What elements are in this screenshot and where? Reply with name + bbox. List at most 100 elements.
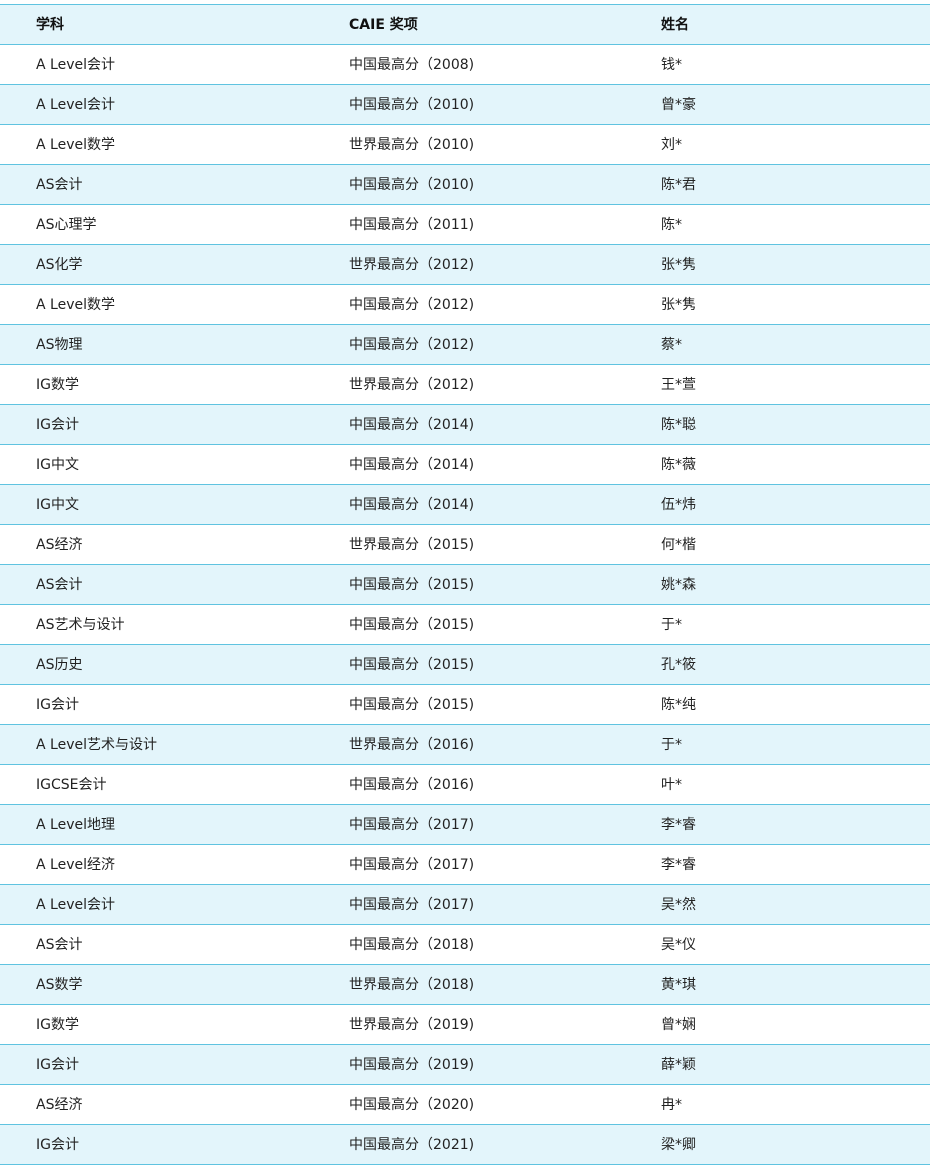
subject-cell: IG会计 xyxy=(0,684,313,725)
subject-cell: AS历史 xyxy=(0,644,313,685)
name-cell: 梁*卿 xyxy=(625,1124,930,1165)
table-row: AS经济 世界最高分（2015) 何*楷 xyxy=(0,524,930,565)
name-cell: 叶* xyxy=(625,764,930,805)
award-cell: 世界最高分（2012) xyxy=(313,244,625,285)
award-cell: 中国最高分（2014) xyxy=(313,484,625,525)
subject-cell: AS会计 xyxy=(0,164,313,205)
name-cell: 吴*然 xyxy=(625,884,930,925)
name-cell: 曾*豪 xyxy=(625,84,930,125)
subject-cell: IG会计 xyxy=(0,1124,313,1165)
header-name: 姓名 xyxy=(625,4,930,45)
name-cell: 钱* xyxy=(625,44,930,85)
subject-cell: AS会计 xyxy=(0,924,313,965)
name-cell: 薛*颖 xyxy=(625,1044,930,1085)
table-row: IG会计 中国最高分（2019) 薛*颖 xyxy=(0,1044,930,1085)
table-row: AS数学 世界最高分（2018) 黄*琪 xyxy=(0,964,930,1005)
award-cell: 世界最高分（2012) xyxy=(313,364,625,405)
table-row: AS艺术与设计 中国最高分（2015) 于* xyxy=(0,604,930,645)
table-row: AS会计 中国最高分（2018) 吴*仪 xyxy=(0,924,930,965)
name-cell: 王*萱 xyxy=(625,364,930,405)
table-row: A Level数学 中国最高分（2012) 张*隽 xyxy=(0,284,930,325)
name-cell: 李*睿 xyxy=(625,844,930,885)
award-cell: 世界最高分（2016) xyxy=(313,724,625,765)
subject-cell: IG数学 xyxy=(0,364,313,405)
award-cell: 中国最高分（2010) xyxy=(313,84,625,125)
award-cell: 中国最高分（2017) xyxy=(313,844,625,885)
name-cell: 于* xyxy=(625,604,930,645)
award-cell: 世界最高分（2018) xyxy=(313,964,625,1005)
name-cell: 张*隽 xyxy=(625,284,930,325)
table-header-row: 学科 CAIE 奖项 姓名 xyxy=(0,4,930,45)
table-row: A Level地理 中国最高分（2017) 李*睿 xyxy=(0,804,930,845)
subject-cell: A Level会计 xyxy=(0,44,313,85)
table-row: AS经济 中国最高分（2020) 冉* xyxy=(0,1084,930,1125)
award-cell: 中国最高分（2012) xyxy=(313,324,625,365)
table-row: A Level经济 中国最高分（2017) 李*睿 xyxy=(0,844,930,885)
subject-cell: AS心理学 xyxy=(0,204,313,245)
award-cell: 中国最高分（2015) xyxy=(313,684,625,725)
table-row: A Level数学 世界最高分（2010) 刘* xyxy=(0,124,930,165)
table-row: IGCSE会计 中国最高分（2016) 叶* xyxy=(0,764,930,805)
subject-cell: A Level会计 xyxy=(0,884,313,925)
table-row: AS化学 世界最高分（2012) 张*隽 xyxy=(0,244,930,285)
table-row: AS物理 中国最高分（2012) 蔡* xyxy=(0,324,930,365)
subject-cell: IG中文 xyxy=(0,444,313,485)
award-cell: 中国最高分（2015) xyxy=(313,564,625,605)
subject-cell: AS数学 xyxy=(0,964,313,1005)
name-cell: 孔*筱 xyxy=(625,644,930,685)
name-cell: 刘* xyxy=(625,124,930,165)
table-row: A Level会计 中国最高分（2010) 曾*豪 xyxy=(0,84,930,125)
name-cell: 伍*炜 xyxy=(625,484,930,525)
name-cell: 张*隽 xyxy=(625,244,930,285)
name-cell: 陈*聪 xyxy=(625,404,930,445)
award-cell: 中国最高分（2014) xyxy=(313,404,625,445)
name-cell: 李*睿 xyxy=(625,804,930,845)
award-cell: 世界最高分（2015) xyxy=(313,524,625,565)
name-cell: 何*楷 xyxy=(625,524,930,565)
name-cell: 姚*森 xyxy=(625,564,930,605)
table-row: A Level会计 中国最高分（2008) 钱* xyxy=(0,44,930,85)
name-cell: 冉* xyxy=(625,1084,930,1125)
award-cell: 中国最高分（2017) xyxy=(313,884,625,925)
name-cell: 陈*薇 xyxy=(625,444,930,485)
award-cell: 中国最高分（2020) xyxy=(313,1084,625,1125)
table-row: AS会计 中国最高分（2010) 陈*君 xyxy=(0,164,930,205)
subject-cell: IG会计 xyxy=(0,404,313,445)
subject-cell: IG中文 xyxy=(0,484,313,525)
awards-table: 学科 CAIE 奖项 姓名 A Level会计 中国最高分（2008) 钱* A Le… xyxy=(0,4,930,1165)
header-award: CAIE 奖项 xyxy=(313,4,625,45)
award-cell: 中国最高分（2010) xyxy=(313,164,625,205)
table-row: IG会计 中国最高分（2015) 陈*纯 xyxy=(0,684,930,725)
award-cell: 世界最高分（2019) xyxy=(313,1004,625,1045)
name-cell: 陈* xyxy=(625,204,930,245)
subject-cell: AS物理 xyxy=(0,324,313,365)
award-cell: 中国最高分（2019) xyxy=(313,1044,625,1085)
table-row: A Level会计 中国最高分（2017) 吴*然 xyxy=(0,884,930,925)
subject-cell: AS会计 xyxy=(0,564,313,605)
subject-cell: A Level经济 xyxy=(0,844,313,885)
subject-cell: AS经济 xyxy=(0,524,313,565)
award-cell: 中国最高分（2016) xyxy=(313,764,625,805)
subject-cell: IGCSE会计 xyxy=(0,764,313,805)
name-cell: 曾*娴 xyxy=(625,1004,930,1045)
table-row: A Level艺术与设计 世界最高分（2016) 于* xyxy=(0,724,930,765)
award-cell: 中国最高分（2015) xyxy=(313,644,625,685)
table-body: A Level会计 中国最高分（2008) 钱* A Level会计 中国最高分（201… xyxy=(0,44,930,1165)
table-row: IG中文 中国最高分（2014) 伍*炜 xyxy=(0,484,930,525)
name-cell: 黄*琪 xyxy=(625,964,930,1005)
subject-cell: A Level艺术与设计 xyxy=(0,724,313,765)
name-cell: 吴*仪 xyxy=(625,924,930,965)
subject-cell: A Level数学 xyxy=(0,124,313,165)
subject-cell: IG数学 xyxy=(0,1004,313,1045)
subject-cell: A Level数学 xyxy=(0,284,313,325)
table-row: AS心理学 中国最高分（2011) 陈* xyxy=(0,204,930,245)
subject-cell: A Level会计 xyxy=(0,84,313,125)
table-row: AS历史 中国最高分（2015) 孔*筱 xyxy=(0,644,930,685)
name-cell: 蔡* xyxy=(625,324,930,365)
table-row: IG数学 世界最高分（2019) 曾*娴 xyxy=(0,1004,930,1045)
award-cell: 中国最高分（2015) xyxy=(313,604,625,645)
award-cell: 世界最高分（2010) xyxy=(313,124,625,165)
name-cell: 陈*纯 xyxy=(625,684,930,725)
award-cell: 中国最高分（2011) xyxy=(313,204,625,245)
award-cell: 中国最高分（2021) xyxy=(313,1124,625,1165)
